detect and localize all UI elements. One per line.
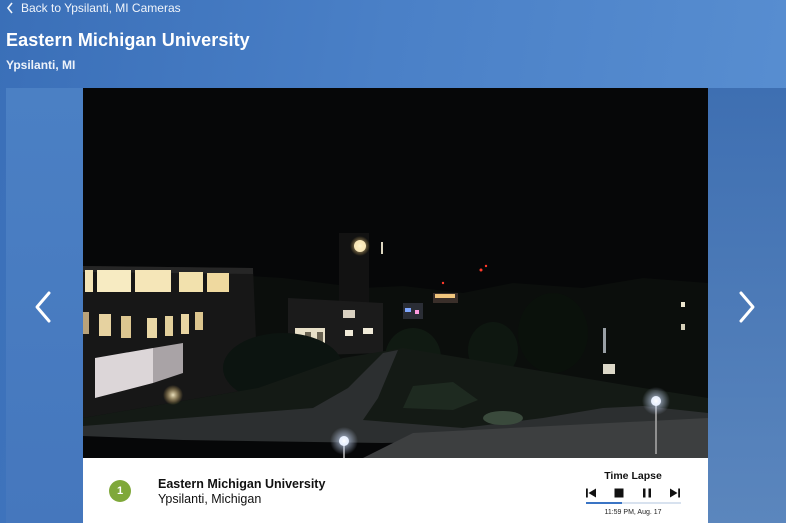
timelapse-label: Time Lapse [604, 470, 662, 482]
camera-location: Ypsilanti, Michigan [158, 492, 262, 506]
previous-camera-button[interactable] [32, 290, 56, 324]
camera-number-badge: 1 [109, 480, 131, 502]
chevron-right-icon [739, 291, 755, 323]
timelapse-controls [578, 486, 688, 500]
timelapse-progress-track[interactable] [585, 502, 681, 504]
next-camera-button[interactable] [734, 290, 758, 324]
skip-back-icon[interactable] [585, 487, 597, 499]
camera-image [83, 88, 708, 458]
header: Back to Ypsilanti, MI Cameras Eastern Mi… [0, 0, 786, 88]
page-subtitle: Ypsilanti, MI [6, 58, 76, 72]
stop-icon[interactable] [613, 487, 625, 499]
page-title: Eastern Michigan University [6, 30, 250, 50]
camera-name: Eastern Michigan University [158, 477, 326, 491]
pause-icon[interactable] [641, 487, 653, 499]
back-link-label: Back to Ypsilanti, MI Cameras [21, 1, 181, 15]
skip-forward-icon[interactable] [669, 487, 681, 499]
chevron-left-icon [6, 2, 13, 14]
camera-info-bar: 1 Eastern Michigan University Ypsilanti,… [83, 458, 708, 523]
timelapse-progress-fill [585, 502, 622, 504]
back-link[interactable]: Back to Ypsilanti, MI Cameras [6, 0, 181, 16]
timelapse-panel: Time Lapse 11:59 PM, Aug. 17 [578, 470, 688, 516]
chevron-left-icon [35, 291, 51, 323]
night-campus-scene [83, 88, 708, 458]
timelapse-timestamp: 11:59 PM, Aug. 17 [604, 509, 662, 516]
